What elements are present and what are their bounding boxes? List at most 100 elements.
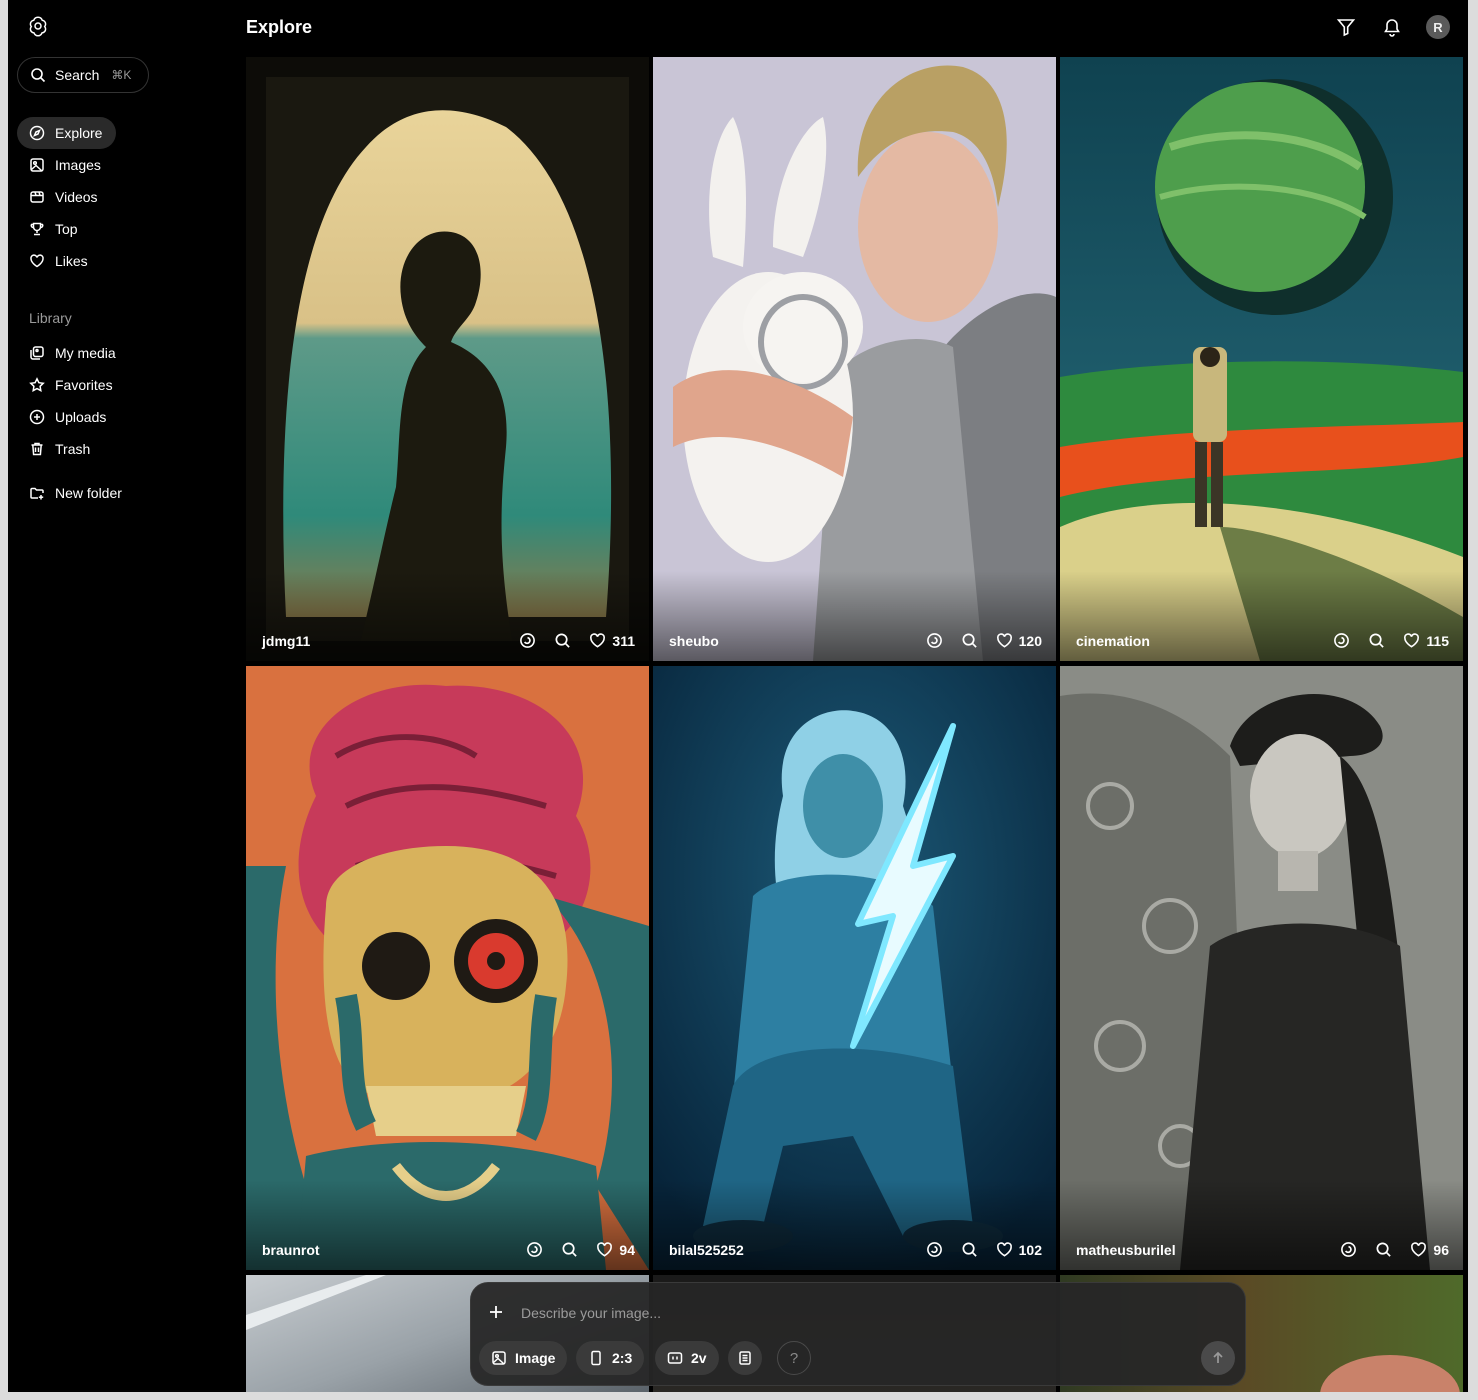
type-label: Image bbox=[515, 1350, 556, 1366]
card-footer: cinemation 115 bbox=[1076, 632, 1449, 649]
sidebar-item-label: Favorites bbox=[55, 377, 113, 393]
heart-icon bbox=[996, 1242, 1012, 1257]
image-card[interactable]: sheubo 120 bbox=[653, 57, 1056, 661]
submit-button[interactable] bbox=[1201, 1341, 1235, 1375]
sidebar: Search ⌘K Explore Images Videos Top Like… bbox=[8, 0, 238, 1392]
search-icon[interactable] bbox=[1368, 632, 1385, 649]
heart-icon bbox=[1404, 633, 1420, 648]
like-button[interactable]: 94 bbox=[596, 1241, 635, 1258]
ratio-label: 2:3 bbox=[612, 1350, 633, 1366]
heart-icon bbox=[590, 633, 606, 648]
like-button[interactable]: 102 bbox=[996, 1241, 1042, 1258]
notifications-button[interactable] bbox=[1381, 16, 1403, 38]
filter-icon bbox=[1336, 19, 1356, 37]
remix-icon[interactable] bbox=[1333, 632, 1350, 649]
image-card[interactable]: bilal525252 102 bbox=[653, 666, 1056, 1270]
sidebar-item-top[interactable]: Top bbox=[17, 213, 92, 245]
search-label: Search bbox=[55, 67, 100, 83]
sidebar-item-label: Images bbox=[55, 157, 101, 173]
sidebar-item-my-media[interactable]: My media bbox=[17, 337, 130, 369]
portrait-rect-icon bbox=[591, 1350, 601, 1366]
remix-icon[interactable] bbox=[926, 1241, 943, 1258]
sidebar-item-favorites[interactable]: Favorites bbox=[17, 369, 127, 401]
star-icon bbox=[29, 377, 45, 392]
card-footer: jdmg11 311 bbox=[262, 632, 635, 649]
search-icon[interactable] bbox=[561, 1241, 578, 1258]
sidebar-item-label: Uploads bbox=[55, 409, 107, 425]
remix-icon[interactable] bbox=[519, 632, 536, 649]
remix-icon[interactable] bbox=[526, 1241, 543, 1258]
remix-icon[interactable] bbox=[1340, 1241, 1357, 1258]
sidebar-item-likes[interactable]: Likes bbox=[17, 245, 102, 277]
sidebar-item-label: Likes bbox=[55, 253, 88, 269]
trophy-icon bbox=[30, 222, 44, 236]
upload-icon bbox=[29, 409, 45, 425]
type-selector-button[interactable]: Image bbox=[479, 1341, 568, 1375]
folder-plus-icon bbox=[30, 487, 44, 500]
prompt-composer: Image 2:3 2v ? bbox=[470, 1282, 1246, 1386]
image-card[interactable]: matheusburilel 96 bbox=[1060, 666, 1463, 1270]
remix-icon[interactable] bbox=[926, 632, 943, 649]
sidebar-item-uploads[interactable]: Uploads bbox=[17, 401, 120, 433]
filter-button[interactable] bbox=[1335, 16, 1357, 38]
prompt-input[interactable] bbox=[521, 1301, 1121, 1325]
search-shortcut: ⌘K bbox=[111, 68, 132, 82]
variants-button[interactable]: 2v bbox=[655, 1341, 719, 1375]
like-button[interactable]: 115 bbox=[1403, 632, 1449, 649]
search-icon[interactable] bbox=[961, 632, 978, 649]
sidebar-item-videos[interactable]: Videos bbox=[17, 181, 112, 213]
sidebar-item-label: My media bbox=[55, 345, 116, 361]
card-username[interactable]: sheubo bbox=[669, 633, 926, 649]
like-button[interactable]: 311 bbox=[589, 632, 635, 649]
new-folder-button[interactable]: New folder bbox=[17, 477, 136, 509]
search-icon[interactable] bbox=[961, 1241, 978, 1258]
sidebar-item-images[interactable]: Images bbox=[17, 149, 115, 181]
card-footer: matheusburilel 96 bbox=[1076, 1241, 1449, 1258]
sidebar-item-label: Top bbox=[55, 221, 78, 237]
like-button[interactable]: 120 bbox=[996, 632, 1042, 649]
compass-icon bbox=[29, 125, 45, 141]
document-icon bbox=[739, 1351, 751, 1365]
card-username[interactable]: cinemation bbox=[1076, 633, 1333, 649]
plus-icon[interactable] bbox=[487, 1303, 505, 1321]
aspect-ratio-button[interactable]: 2:3 bbox=[576, 1341, 645, 1375]
variants-label: 2v bbox=[691, 1350, 707, 1366]
heart-icon bbox=[597, 1242, 613, 1257]
sidebar-item-trash[interactable]: Trash bbox=[17, 433, 104, 465]
openai-logo-icon[interactable] bbox=[26, 14, 50, 38]
help-button[interactable]: ? bbox=[777, 1341, 811, 1375]
sidebar-item-label: Explore bbox=[55, 125, 103, 141]
image-icon bbox=[492, 1351, 506, 1365]
bell-icon bbox=[1384, 19, 1400, 37]
media-icon bbox=[30, 346, 44, 360]
sidebar-item-explore[interactable]: Explore bbox=[17, 117, 117, 149]
image-card[interactable]: braunrot 94 bbox=[246, 666, 649, 1270]
video-icon bbox=[30, 191, 44, 203]
search-button[interactable]: Search ⌘K bbox=[17, 57, 149, 93]
card-username[interactable]: braunrot bbox=[262, 1242, 526, 1258]
like-count: 102 bbox=[1018, 1241, 1042, 1258]
like-count: 120 bbox=[1018, 632, 1042, 649]
image-card[interactable]: cinemation 115 bbox=[1060, 57, 1463, 661]
card-footer: braunrot 94 bbox=[262, 1241, 635, 1258]
avatar[interactable]: R bbox=[1426, 15, 1450, 39]
presets-button[interactable] bbox=[728, 1341, 762, 1375]
arrow-up-icon bbox=[1213, 1351, 1223, 1363]
like-button[interactable]: 96 bbox=[1410, 1241, 1449, 1258]
image-icon bbox=[30, 158, 44, 172]
like-count: 94 bbox=[619, 1241, 635, 1258]
like-count: 311 bbox=[612, 632, 635, 649]
card-footer: bilal525252 102 bbox=[669, 1241, 1042, 1258]
heart-icon bbox=[996, 633, 1012, 648]
sidebar-item-label: Videos bbox=[55, 189, 98, 205]
page-title: Explore bbox=[246, 17, 313, 37]
card-username[interactable]: matheusburilel bbox=[1076, 1242, 1340, 1258]
card-username[interactable]: bilal525252 bbox=[669, 1242, 926, 1258]
like-count: 115 bbox=[1426, 632, 1449, 649]
image-card[interactable]: jdmg11 311 bbox=[246, 57, 649, 661]
search-icon[interactable] bbox=[1375, 1241, 1392, 1258]
card-username[interactable]: jdmg11 bbox=[262, 633, 519, 649]
card-footer: sheubo 120 bbox=[669, 632, 1042, 649]
search-icon[interactable] bbox=[554, 632, 571, 649]
like-count: 96 bbox=[1433, 1241, 1449, 1258]
